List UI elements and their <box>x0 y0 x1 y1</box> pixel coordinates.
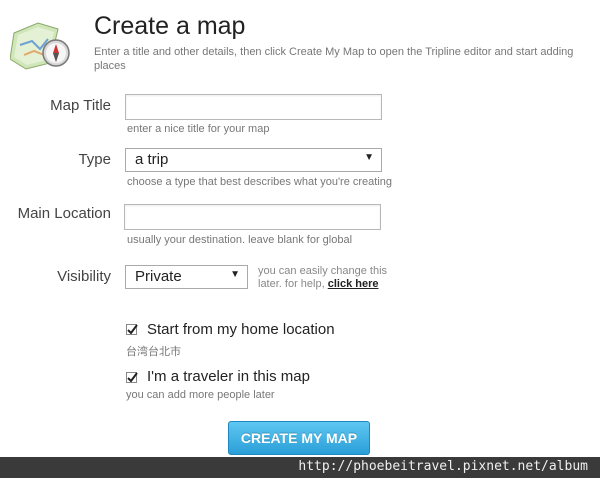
map-title-hint: enter a nice title for your map <box>127 123 270 135</box>
visibility-help: you can easily change this later. for he… <box>258 265 388 291</box>
main-location-input[interactable] <box>124 204 381 230</box>
type-selected-value: a trip <box>135 151 169 168</box>
traveler-label[interactable]: I'm a traveler in this map <box>147 368 310 385</box>
main-location-label: Main Location <box>17 205 111 222</box>
visibility-selected-value: Private <box>135 268 182 285</box>
home-location-checkbox[interactable] <box>126 324 138 335</box>
click-here-link[interactable]: click here <box>328 278 379 290</box>
visibility-label: Visibility <box>57 268 111 285</box>
watermark-bar: http://phoebeitravel.pixnet.net/album <box>0 457 600 478</box>
dropdown-arrow-icon: ▼ <box>230 269 240 280</box>
home-location-label[interactable]: Start from my home location <box>147 321 335 338</box>
type-hint: choose a type that best describes what y… <box>127 176 393 188</box>
traveler-hint: you can add more people later <box>126 389 275 401</box>
checkmark-icon <box>127 324 138 335</box>
page-subtitle: Enter a title and other details, then cl… <box>94 46 574 72</box>
map-title-input[interactable] <box>125 94 382 120</box>
map-compass-icon <box>9 15 74 73</box>
page-title: Create a map <box>94 12 246 40</box>
traveler-checkbox[interactable] <box>126 372 138 383</box>
watermark-text: http://phoebeitravel.pixnet.net/album <box>298 459 588 474</box>
create-my-map-button[interactable]: CREATE MY MAP <box>228 421 370 455</box>
type-select[interactable]: a trip ▼ <box>125 148 382 172</box>
home-location-value: 台湾台北市 <box>126 346 181 358</box>
checkmark-icon <box>127 372 138 383</box>
map-title-label: Map Title <box>50 97 111 114</box>
type-label: Type <box>78 151 111 168</box>
dropdown-arrow-icon: ▼ <box>364 152 374 163</box>
main-location-hint: usually your destination. leave blank fo… <box>127 234 353 246</box>
visibility-select[interactable]: Private ▼ <box>125 265 248 289</box>
